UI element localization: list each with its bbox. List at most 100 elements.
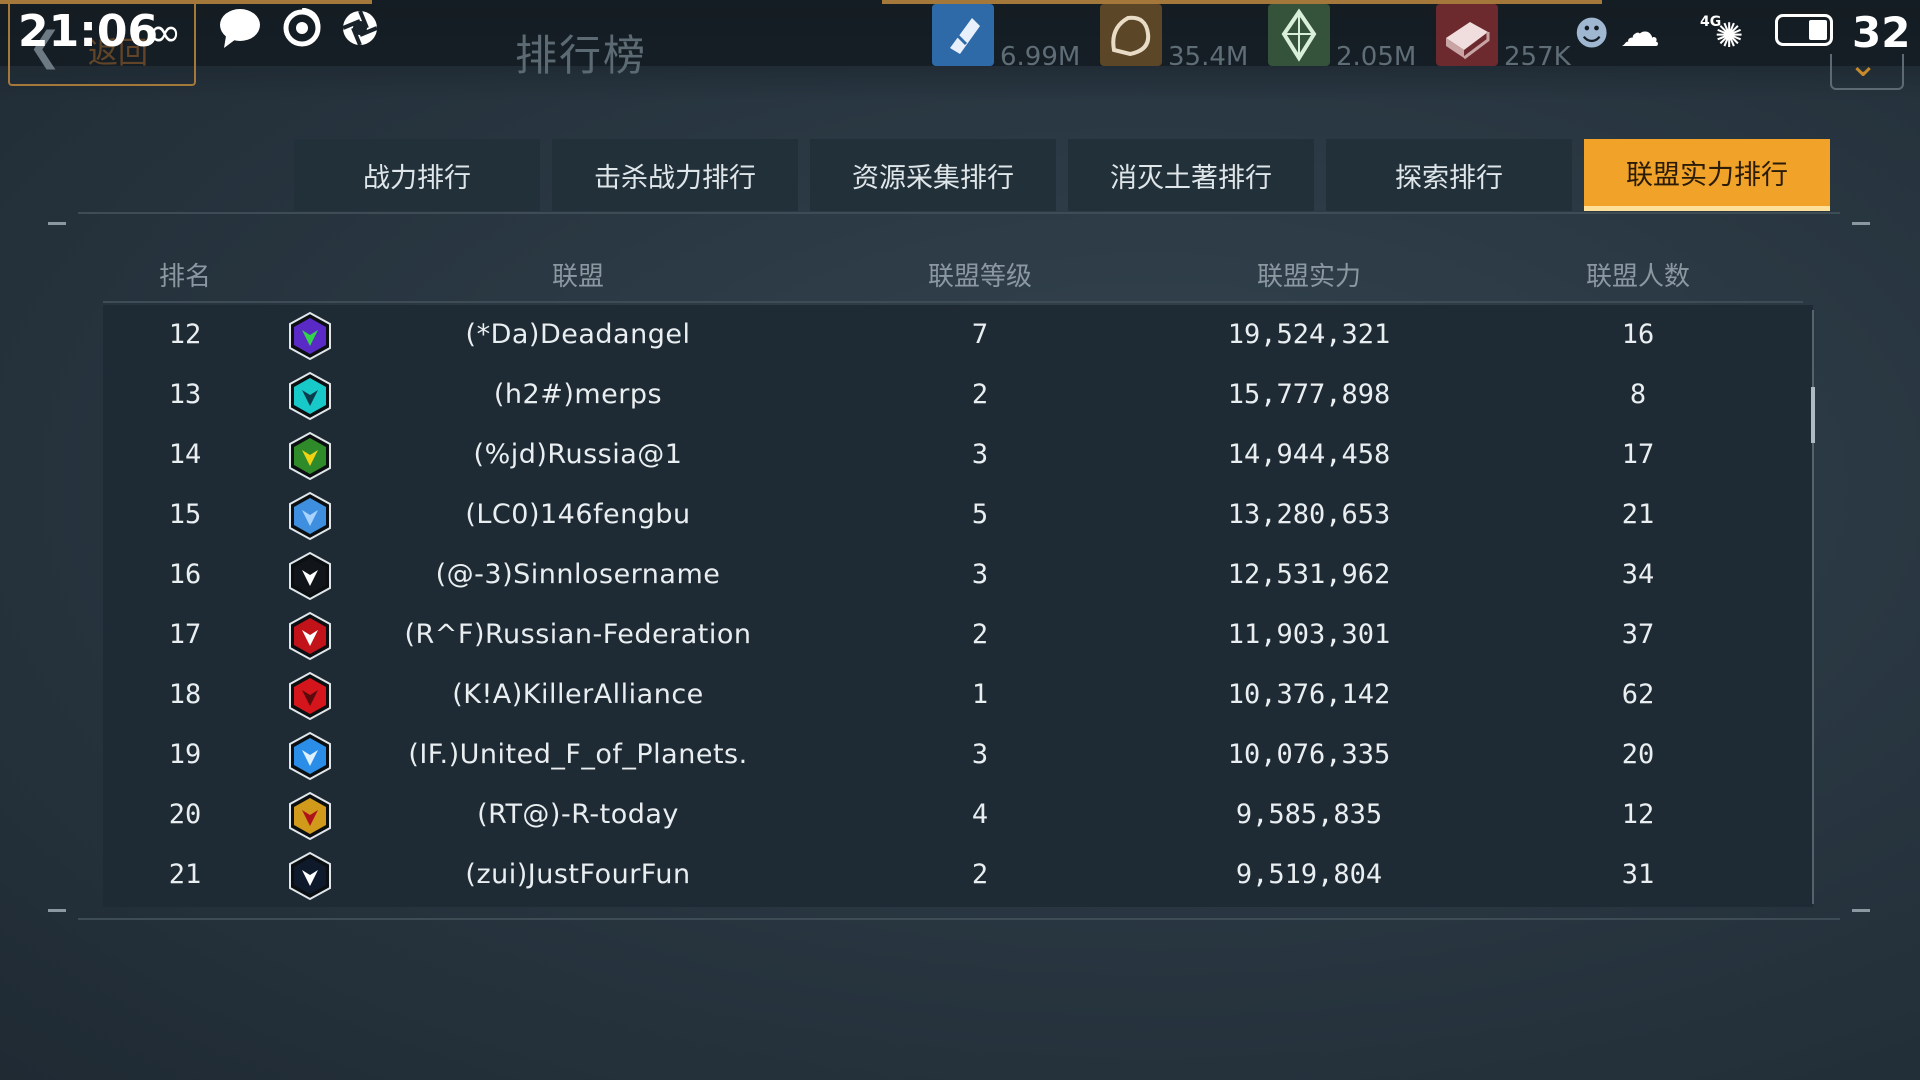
white-eagle-emblem-icon <box>285 551 335 601</box>
tab-power-ranking[interactable]: 战力排行 <box>294 139 540 211</box>
table-row[interactable]: 21 (zui)JustFourFun 2 9,519,804 31 <box>103 845 1813 905</box>
column-header-power[interactable]: 联盟实力 <box>1257 256 1361 293</box>
chat-bubble-icon <box>218 6 262 60</box>
alliance-power-cell: 15,777,898 <box>1227 379 1391 410</box>
cyan-cross-emblem-icon <box>285 371 335 421</box>
alliance-members-cell: 16 <box>1621 319 1655 350</box>
table-row[interactable]: 17 (R^F)Russian-Federation 2 11,903,301 37 <box>103 605 1813 665</box>
column-header-rank[interactable]: 排名 <box>159 256 211 293</box>
rank-cell: 21 <box>168 859 202 890</box>
tab-kill-power-ranking[interactable]: 击杀战力排行 <box>552 139 798 211</box>
alliance-level-cell: 5 <box>971 499 989 530</box>
table-row[interactable]: 20 (RT@)-R-today 4 9,585,835 12 <box>103 785 1813 845</box>
corner-dash <box>1852 222 1870 225</box>
tab-exploration-ranking[interactable]: 探索排行 <box>1326 139 1572 211</box>
dark-cube-emblem-icon <box>285 851 335 901</box>
status-time: 21:06 <box>18 6 159 57</box>
table-row[interactable]: 13 (h2#)merps 2 15,777,898 8 <box>103 365 1813 425</box>
battery-icon <box>1775 14 1833 46</box>
weather-icon: ☁ <box>1620 10 1660 56</box>
corner-dash <box>48 222 66 225</box>
tabs-divider <box>78 212 1840 214</box>
rank-cell: 14 <box>168 439 202 470</box>
table-row[interactable]: 18 (K!A)KillerAlliance 1 10,376,142 62 <box>103 665 1813 725</box>
rank-cell: 15 <box>168 499 202 530</box>
green-wolf-emblem-icon <box>285 311 335 361</box>
corner-menu-button[interactable]: ⌄ <box>1830 44 1904 90</box>
alliance-name-cell: (LC0)146fengbu <box>465 499 691 530</box>
alliance-level-cell: 2 <box>971 379 989 410</box>
alliance-members-cell: 8 <box>1629 379 1647 410</box>
alliance-power-cell: 12,531,962 <box>1227 559 1391 590</box>
crystal-resource-icon <box>1268 4 1330 66</box>
alliance-members-cell: 12 <box>1621 799 1655 830</box>
blue-wings-emblem-icon <box>285 731 335 781</box>
alliance-level-cell: 2 <box>971 859 989 890</box>
alliance-power-cell: 13,280,653 <box>1227 499 1391 530</box>
bottom-divider <box>78 918 1840 920</box>
resource-2-value: 35.4M <box>1168 42 1249 72</box>
alliance-name-cell: (RT@)-R-today <box>477 799 679 830</box>
alliance-power-cell: 19,524,321 <box>1227 319 1391 350</box>
blue-shield-emblem-icon <box>285 491 335 541</box>
alliance-power-cell: 10,376,142 <box>1227 679 1391 710</box>
tab-native-elimination-ranking[interactable]: 消灭土著排行 <box>1068 139 1314 211</box>
swirl-app-icon <box>282 7 322 58</box>
energy-resource-icon <box>932 4 994 66</box>
page-title: 排行榜 <box>515 31 648 80</box>
table-row[interactable]: 12 (*Da)Deadangel 7 19,524,321 16 <box>103 305 1813 365</box>
infinity-icon: ∞ <box>148 10 182 56</box>
alliance-members-cell: 62 <box>1621 679 1655 710</box>
resource-1-value: 6.99M <box>1000 42 1081 72</box>
table-row[interactable]: 16 (@-3)Sinnlosername 3 12,531,962 34 <box>103 545 1813 605</box>
resource-3-value: 2.05M <box>1336 42 1417 72</box>
alliance-members-cell: 17 <box>1621 439 1655 470</box>
table-row[interactable]: 14 (%jd)Russia@1 3 14,944,458 17 <box>103 425 1813 485</box>
radiation-emblem-icon <box>285 431 335 481</box>
table-row[interactable]: 15 (LC0)146fengbu 5 13,280,653 21 <box>103 485 1813 545</box>
chevron-down-icon: ⌄ <box>1848 44 1879 85</box>
alliance-power-cell: 11,903,301 <box>1227 619 1391 650</box>
alliance-name-cell: (*Da)Deadangel <box>465 319 691 350</box>
alliance-name-cell: (h2#)merps <box>493 379 663 410</box>
column-header-level[interactable]: 联盟等级 <box>928 256 1032 293</box>
red-star-emblem-icon <box>285 611 335 661</box>
alliance-level-cell: 2 <box>971 619 989 650</box>
rank-cell: 18 <box>168 679 202 710</box>
rank-cell: 13 <box>168 379 202 410</box>
red-skull-emblem-icon <box>285 671 335 721</box>
signal-icon: ✺ <box>1715 16 1744 56</box>
alliance-power-cell: 10,076,335 <box>1227 739 1391 770</box>
alliance-members-cell: 37 <box>1621 619 1655 650</box>
corner-dash <box>1852 909 1870 912</box>
table-header: 排名 联盟 联盟等级 联盟实力 联盟人数 <box>103 246 1803 302</box>
alliance-name-cell: (IF.)United_F_of_Planets. <box>408 739 748 770</box>
alliance-level-cell: 4 <box>971 799 989 830</box>
column-header-alliance[interactable]: 联盟 <box>552 256 604 293</box>
alliance-level-cell: 3 <box>971 739 989 770</box>
rank-cell: 20 <box>168 799 202 830</box>
alliance-power-cell: 9,585,835 <box>1235 799 1383 830</box>
rank-cell: 19 <box>168 739 202 770</box>
ore-resource-icon <box>1100 4 1162 66</box>
column-header-members[interactable]: 联盟人数 <box>1586 256 1690 293</box>
alliance-power-cell: 14,944,458 <box>1227 439 1391 470</box>
alliance-level-cell: 1 <box>971 679 989 710</box>
corner-dash <box>48 909 66 912</box>
alliance-name-cell: (@-3)Sinnlosername <box>435 559 721 590</box>
tab-resource-gathering-ranking[interactable]: 资源采集排行 <box>810 139 1056 211</box>
rank-cell: 17 <box>168 619 202 650</box>
alliance-level-cell: 3 <box>971 559 989 590</box>
alliance-members-cell: 34 <box>1621 559 1655 590</box>
table-row[interactable]: 19 (IF.)United_F_of_Planets. 3 10,076,335 20 <box>103 725 1813 785</box>
alliance-name-cell: (R^F)Russian-Federation <box>404 619 752 650</box>
alliance-name-cell: (zui)JustFourFun <box>465 859 691 890</box>
mascot-notification-icon: ☻ <box>1574 14 1610 54</box>
rank-cell: 12 <box>168 319 202 350</box>
gold-red-emblem-icon <box>285 791 335 841</box>
alliance-level-cell: 7 <box>971 319 989 350</box>
ranking-table: 12 (*Da)Deadangel 7 19,524,321 16 13 (h2#)merp… <box>103 305 1813 907</box>
alliance-members-cell: 31 <box>1621 859 1655 890</box>
scrollbar-thumb[interactable] <box>1811 387 1815 443</box>
tab-alliance-power-ranking[interactable]: 联盟实力排行 <box>1584 139 1830 211</box>
